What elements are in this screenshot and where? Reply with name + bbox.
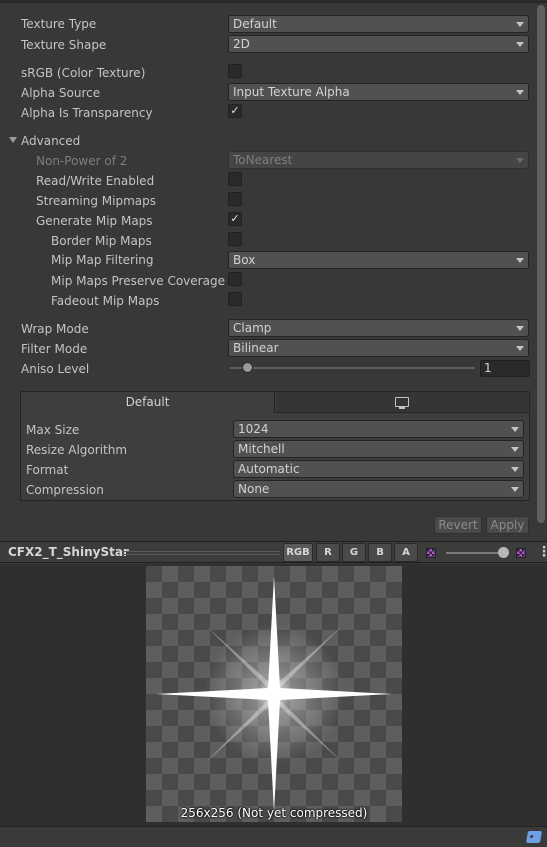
preview-header: CFX2_T_ShinyStar RGB R G B A ⋮ bbox=[0, 541, 547, 563]
chevron-down-icon bbox=[516, 346, 524, 351]
non-power-of-2-dropdown: ToNearest bbox=[228, 151, 529, 169]
alpha-is-transparency-checkbox[interactable]: ✓ bbox=[228, 104, 242, 118]
generate-mip-maps-checkbox[interactable]: ✓ bbox=[228, 212, 242, 226]
aniso-level-slider-track[interactable] bbox=[230, 367, 475, 369]
wrap-mode-value: Clamp bbox=[233, 321, 272, 335]
border-mip-maps-label: Border Mip Maps bbox=[51, 234, 152, 248]
texture-type-label: Texture Type bbox=[21, 17, 97, 31]
alpha-is-transparency-label: Alpha Is Transparency bbox=[21, 106, 153, 120]
max-size-value: 1024 bbox=[238, 422, 269, 436]
mip-level-slider-knob[interactable] bbox=[498, 547, 509, 558]
preview-caption: 256x256 (Not yet compressed) bbox=[180, 806, 368, 820]
revert-button[interactable]: Revert bbox=[434, 516, 482, 534]
mip-small-icon bbox=[426, 548, 436, 558]
alpha-source-value: Input Texture Alpha bbox=[233, 85, 350, 99]
chevron-down-icon bbox=[511, 427, 519, 432]
alpha-source-dropdown[interactable]: Input Texture Alpha bbox=[228, 83, 529, 101]
wrap-mode-dropdown[interactable]: Clamp bbox=[228, 319, 529, 337]
read-write-checkbox[interactable] bbox=[228, 172, 242, 186]
foldout-arrow-icon[interactable] bbox=[9, 137, 17, 143]
monitor-icon bbox=[395, 397, 409, 409]
mip-maps-preserve-coverage-label: Mip Maps Preserve Coverage bbox=[51, 274, 225, 288]
non-power-of-2-label: Non-Power of 2 bbox=[36, 154, 128, 168]
mip-maps-preserve-coverage-checkbox[interactable] bbox=[228, 272, 242, 286]
filter-mode-value: Bilinear bbox=[233, 341, 279, 355]
border-mip-maps-checkbox[interactable] bbox=[228, 232, 242, 246]
compression-dropdown[interactable]: None bbox=[233, 480, 524, 498]
resize-algorithm-dropdown[interactable]: Mitchell bbox=[233, 440, 524, 458]
resize-algorithm-value: Mitchell bbox=[238, 442, 285, 456]
streaming-mipmaps-checkbox[interactable] bbox=[228, 192, 242, 206]
asset-label-tag-icon[interactable] bbox=[525, 831, 543, 843]
wrap-mode-label: Wrap Mode bbox=[21, 322, 89, 336]
advanced-foldout-label[interactable]: Advanced bbox=[21, 133, 80, 149]
channel-r-button[interactable]: R bbox=[316, 543, 340, 562]
inspector-scrollbar[interactable] bbox=[535, 3, 547, 539]
srgb-label: sRGB (Color Texture) bbox=[21, 66, 146, 80]
more-options-icon[interactable]: ⋮ bbox=[537, 545, 547, 559]
channel-a-button[interactable]: A bbox=[394, 543, 418, 562]
mip-large-icon bbox=[516, 548, 526, 558]
chevron-down-icon bbox=[511, 467, 519, 472]
resize-algorithm-label: Resize Algorithm bbox=[26, 443, 128, 457]
format-value: Automatic bbox=[238, 462, 300, 476]
aniso-level-label: Aniso Level bbox=[21, 362, 90, 376]
mip-map-filtering-label: Mip Map Filtering bbox=[51, 253, 154, 267]
max-size-dropdown[interactable]: 1024 bbox=[233, 420, 524, 438]
generate-mip-maps-label: Generate Mip Maps bbox=[36, 214, 153, 228]
texture-shape-label: Texture Shape bbox=[21, 38, 107, 52]
alpha-source-label: Alpha Source bbox=[21, 86, 101, 100]
read-write-label: Read/Write Enabled bbox=[36, 174, 155, 188]
format-dropdown[interactable]: Automatic bbox=[233, 460, 524, 478]
chevron-down-icon bbox=[516, 158, 524, 163]
streaming-mipmaps-label: Streaming Mipmaps bbox=[36, 194, 157, 208]
chevron-down-icon bbox=[516, 326, 524, 331]
chevron-down-icon bbox=[511, 487, 519, 492]
channel-g-button[interactable]: G bbox=[342, 543, 366, 562]
mip-map-filtering-dropdown[interactable]: Box bbox=[228, 251, 529, 269]
texture-shape-value: 2D bbox=[233, 37, 250, 51]
chevron-down-icon bbox=[516, 42, 524, 47]
checkmark-icon: ✓ bbox=[230, 104, 240, 117]
channel-rgb-button[interactable]: RGB bbox=[283, 543, 313, 562]
mip-map-filtering-value: Box bbox=[233, 253, 256, 267]
max-size-label: Max Size bbox=[26, 423, 80, 437]
mip-level-slider-track[interactable] bbox=[446, 552, 504, 554]
aniso-level-field[interactable]: 1 bbox=[480, 360, 530, 377]
tab-standalone[interactable] bbox=[276, 392, 529, 413]
texture-type-value: Default bbox=[233, 17, 277, 31]
checkmark-icon: ✓ bbox=[230, 212, 240, 225]
tab-default[interactable]: Default bbox=[21, 392, 275, 413]
format-label: Format bbox=[26, 463, 69, 477]
chevron-down-icon bbox=[516, 258, 524, 263]
texture-shape-dropdown[interactable]: 2D bbox=[228, 35, 529, 53]
preview-resize-grip[interactable] bbox=[122, 551, 280, 555]
chevron-down-icon bbox=[516, 90, 524, 95]
fadeout-mip-maps-checkbox[interactable] bbox=[228, 292, 242, 306]
filter-mode-label: Filter Mode bbox=[21, 342, 88, 356]
aniso-level-slider-knob[interactable] bbox=[242, 362, 253, 373]
chevron-down-icon bbox=[511, 447, 519, 452]
srgb-checkbox[interactable] bbox=[228, 64, 242, 78]
asset-labels-bar bbox=[0, 826, 547, 847]
fadeout-mip-maps-label: Fadeout Mip Maps bbox=[51, 294, 160, 308]
compression-label: Compression bbox=[26, 483, 104, 497]
channel-b-button[interactable]: B bbox=[368, 543, 392, 562]
non-power-of-2-value: ToNearest bbox=[233, 153, 293, 167]
top-border bbox=[0, 0, 547, 3]
apply-button[interactable]: Apply bbox=[486, 516, 529, 534]
texture-type-dropdown[interactable]: Default bbox=[228, 15, 529, 33]
scrollbar-thumb[interactable] bbox=[537, 5, 545, 523]
preview-title: CFX2_T_ShinyStar bbox=[8, 545, 129, 559]
chevron-down-icon bbox=[516, 22, 524, 27]
filter-mode-dropdown[interactable]: Bilinear bbox=[228, 339, 529, 357]
texture-preview-image bbox=[156, 576, 392, 812]
compression-value: None bbox=[238, 482, 270, 496]
